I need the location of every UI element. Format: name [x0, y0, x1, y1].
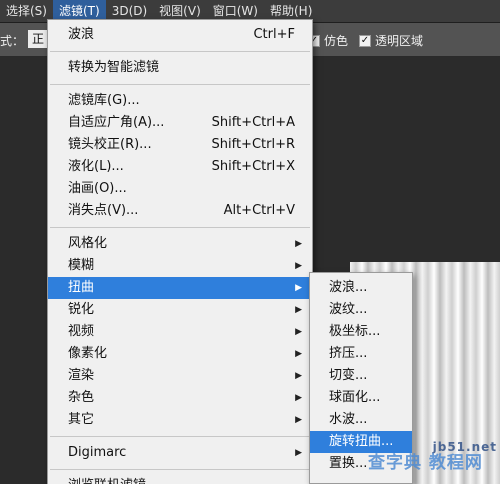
submenu-arrow-icon: ▶	[295, 371, 302, 381]
watermark-text: 查字典 教程网	[368, 453, 483, 473]
menu-item-blur[interactable]: 模糊 ▶	[48, 255, 312, 277]
menu-item-label: 其它	[68, 412, 95, 427]
dither-label: 仿色	[324, 34, 349, 48]
menu-item-stylize[interactable]: 风格化 ▶	[48, 233, 312, 255]
menu-item-label: 杂色	[68, 390, 95, 405]
menu-item-shortcut: Shift+Ctrl+A	[211, 115, 295, 130]
menu-item-browse-online-filters[interactable]: 浏览联机滤镜...	[48, 475, 312, 484]
menu-separator	[50, 436, 310, 437]
menu-separator	[50, 51, 310, 52]
menu-item-label: 镜头校正(R)...	[68, 137, 152, 152]
menu-item-label: Digimarc	[68, 445, 127, 460]
submenu-item-wave[interactable]: 波浪...	[310, 277, 412, 299]
menu-item-label: 水波...	[329, 412, 368, 427]
menu-item-distort[interactable]: 扭曲 ▶	[48, 277, 312, 299]
menu-item-adaptive-wide-angle[interactable]: 自适应广角(A)... Shift+Ctrl+A	[48, 112, 312, 134]
menu-item-label: 扭曲	[68, 280, 95, 295]
menu-item-label: 切变...	[329, 368, 368, 383]
menu-item-label: 波浪...	[329, 280, 368, 295]
menu-item-label: 置换...	[329, 456, 368, 471]
menu-item-noise[interactable]: 杂色 ▶	[48, 387, 312, 409]
submenu-item-pinch[interactable]: 挤压...	[310, 343, 412, 365]
submenu-arrow-icon: ▶	[295, 327, 302, 337]
submenu-item-shear[interactable]: 切变...	[310, 365, 412, 387]
menu-item-filter-gallery[interactable]: 滤镜库(G)...	[48, 90, 312, 112]
submenu-arrow-icon: ▶	[295, 283, 302, 293]
photoshop-window: 选择(S) 滤镜(T) 3D(D) 视图(V) 窗口(W) 帮助(H) 式： 正…	[0, 0, 500, 484]
menu-item-label: 锐化	[68, 302, 95, 317]
menu-item-label: 滤镜库(G)...	[68, 93, 140, 108]
menu-item-label: 油画(O)...	[68, 181, 127, 196]
menu-item-shortcut: Alt+Ctrl+V	[223, 203, 295, 218]
menu-item-oil-paint[interactable]: 油画(O)...	[48, 178, 312, 200]
dither-checkbox[interactable]: ✓ 仿色	[308, 32, 348, 49]
menu-item-render[interactable]: 渲染 ▶	[48, 365, 312, 387]
menu-item-label: 模糊	[68, 258, 95, 273]
submenu-item-polar-coordinates[interactable]: 极坐标...	[310, 321, 412, 343]
submenu-arrow-icon: ▶	[295, 349, 302, 359]
menu-item-label: 自适应广角(A)...	[68, 115, 165, 130]
menu-item-label: 极坐标...	[329, 324, 381, 339]
submenu-item-spherize[interactable]: 球面化...	[310, 387, 412, 409]
checkbox-checked-icon: ✓	[359, 34, 371, 47]
menu-item-vanishing-point[interactable]: 消失点(V)... Alt+Ctrl+V	[48, 200, 312, 222]
menu-item-shortcut: Ctrl+F	[253, 27, 295, 42]
menu-item-label: 视频	[68, 324, 95, 339]
menu-item-digimarc[interactable]: Digimarc ▶	[48, 442, 312, 464]
mode-label: 式：	[0, 34, 25, 48]
menu-separator	[50, 84, 310, 85]
menu-item-label: 渲染	[68, 368, 95, 383]
submenu-arrow-icon: ▶	[295, 261, 302, 271]
submenu-arrow-icon: ▶	[295, 305, 302, 315]
menu-item-lens-correction[interactable]: 镜头校正(R)... Shift+Ctrl+R	[48, 134, 312, 156]
menu-item-label: 消失点(V)...	[68, 203, 139, 218]
menu-item-sharpen[interactable]: 锐化 ▶	[48, 299, 312, 321]
menu-item-label: 液化(L)...	[68, 159, 124, 174]
menu-select[interactable]: 选择(S)	[0, 0, 53, 22]
menu-item-other[interactable]: 其它 ▶	[48, 409, 312, 431]
menu-item-label: 球面化...	[329, 390, 381, 405]
menu-item-label: 挤压...	[329, 346, 368, 361]
menu-separator	[50, 227, 310, 228]
menu-item-label: 波纹...	[329, 302, 368, 317]
menu-item-liquify[interactable]: 液化(L)... Shift+Ctrl+X	[48, 156, 312, 178]
submenu-arrow-icon: ▶	[295, 239, 302, 249]
menu-item-shortcut: Shift+Ctrl+X	[211, 159, 295, 174]
filter-menu: 波浪 Ctrl+F 转换为智能滤镜 滤镜库(G)... 自适应广角(A)... …	[47, 19, 313, 484]
submenu-arrow-icon: ▶	[295, 448, 302, 458]
menu-item-label: 浏览联机滤镜...	[68, 475, 158, 484]
watermark: jb51.net 查字典 教程网	[368, 440, 500, 484]
submenu-item-zigzag[interactable]: 水波...	[310, 409, 412, 431]
transparency-checkbox[interactable]: ✓ 透明区域	[359, 32, 423, 49]
menu-item-label: 风格化	[68, 236, 108, 251]
menu-item-label: 转换为智能滤镜	[68, 60, 160, 75]
submenu-arrow-icon: ▶	[295, 415, 302, 425]
menu-item-pixelate[interactable]: 像素化 ▶	[48, 343, 312, 365]
submenu-arrow-icon: ▶	[295, 393, 302, 403]
menu-item-label: 波浪	[68, 27, 95, 42]
menu-item-video[interactable]: 视频 ▶	[48, 321, 312, 343]
submenu-item-ripple[interactable]: 波纹...	[310, 299, 412, 321]
menu-item-last-filter[interactable]: 波浪 Ctrl+F	[48, 24, 312, 46]
menu-item-shortcut: Shift+Ctrl+R	[211, 137, 296, 152]
menu-item-convert-smart-filter[interactable]: 转换为智能滤镜	[48, 57, 312, 79]
menu-separator	[50, 469, 310, 470]
transparency-label: 透明区域	[375, 34, 424, 48]
menu-item-label: 像素化	[68, 346, 108, 361]
